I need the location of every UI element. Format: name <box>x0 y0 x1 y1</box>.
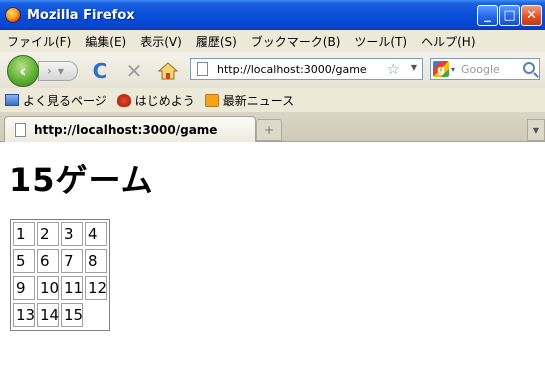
url-bar[interactable]: http://localhost:3000/game ☆ ▼ <box>190 58 423 80</box>
rss-icon <box>204 93 219 107</box>
menu-bar: ファイル(F) 編集(E) 表示(V) 履歴(S) ブックマーク(B) ツール(… <box>0 30 545 52</box>
history-dropdown-icon[interactable]: ▾ <box>58 64 64 78</box>
forward-button[interactable]: › ▾ <box>38 61 78 81</box>
tab-label: http://localhost:3000/game <box>34 122 218 137</box>
folder-icon <box>5 94 19 106</box>
google-engine-icon[interactable]: g <box>433 61 449 77</box>
puzzle-tile[interactable]: 15 <box>61 303 83 327</box>
puzzle-tile[interactable]: 3 <box>61 222 83 246</box>
puzzle-tile[interactable]: 14 <box>37 303 59 327</box>
bookmarks-toolbar: よく見るページ はじめよう 最新ニュース <box>0 88 545 112</box>
plus-icon: + <box>263 123 275 137</box>
window-title: Mozilla Firefox <box>27 7 135 23</box>
reload-icon: C <box>92 59 108 83</box>
search-placeholder[interactable]: Google <box>461 63 500 76</box>
menu-bookmarks[interactable]: ブックマーク(B) <box>244 33 348 50</box>
tab-list-button[interactable]: ▼ <box>527 119 545 141</box>
menu-view[interactable]: 表示(V) <box>133 33 189 50</box>
menu-help[interactable]: ヘルプ(H) <box>414 33 482 50</box>
bookmark-label: 最新ニュース <box>222 93 295 108</box>
puzzle-tile[interactable]: 7 <box>61 249 83 273</box>
bookmark-label: よく見るページ <box>23 93 107 108</box>
puzzle-board: 1 2 3 4 5 6 7 8 9 10 11 12 13 14 15 <box>10 219 110 331</box>
bookmark-most-visited[interactable]: よく見るページ <box>5 92 107 109</box>
menu-file[interactable]: ファイル(F) <box>0 33 78 50</box>
puzzle-tile[interactable]: 12 <box>85 276 107 300</box>
new-tab-button[interactable]: + <box>256 119 282 141</box>
page-icon <box>15 122 26 137</box>
puzzle-tile[interactable]: 9 <box>13 276 35 300</box>
page-icon <box>197 62 208 76</box>
window-title-bar[interactable]: Mozilla Firefox _ □ ✕ <box>0 0 545 30</box>
puzzle-tile[interactable]: 10 <box>37 276 59 300</box>
maximize-button[interactable]: □ <box>499 5 520 26</box>
minimize-button[interactable]: _ <box>477 5 498 26</box>
home-icon <box>158 62 178 80</box>
magnifier-icon[interactable] <box>523 62 535 74</box>
puzzle-tile[interactable]: 2 <box>37 222 59 246</box>
bookmark-label: はじめよう <box>134 93 195 108</box>
url-text[interactable]: http://localhost:3000/game <box>217 63 367 76</box>
stop-button[interactable]: ✕ <box>123 59 145 83</box>
chevron-down-icon: ▼ <box>532 125 540 135</box>
close-button[interactable]: ✕ <box>521 5 542 26</box>
puzzle-tile[interactable]: 6 <box>37 249 59 273</box>
puzzle-tile[interactable]: 13 <box>13 303 35 327</box>
bookmark-star-icon[interactable]: ☆ <box>387 60 400 78</box>
puzzle-tile[interactable]: 11 <box>61 276 83 300</box>
firefox-logo-icon <box>5 7 21 23</box>
forward-arrow-icon: › <box>47 64 52 78</box>
url-dropdown-icon[interactable]: ▼ <box>411 63 417 72</box>
search-box[interactable]: g ▾ Google <box>430 58 540 80</box>
puzzle-tile[interactable]: 4 <box>85 222 107 246</box>
puzzle-tile[interactable]: 1 <box>13 222 35 246</box>
menu-edit[interactable]: 編集(E) <box>78 33 133 50</box>
page-content: 15ゲーム 1 2 3 4 5 6 7 8 9 10 11 12 13 14 15 <box>0 143 545 390</box>
empty-tile <box>85 303 107 327</box>
bookmark-getting-started[interactable]: はじめよう <box>116 92 195 109</box>
home-button[interactable] <box>157 60 179 82</box>
tab-game[interactable]: http://localhost:3000/game <box>4 116 256 142</box>
puzzle-tile[interactable]: 5 <box>13 249 35 273</box>
menu-tools[interactable]: ツール(T) <box>347 33 414 50</box>
firefox-start-icon <box>116 93 131 107</box>
reload-button[interactable]: C <box>89 59 111 83</box>
puzzle-tile[interactable]: 8 <box>85 249 107 273</box>
back-arrow-icon: ‹ <box>19 60 27 82</box>
page-title: 15ゲーム <box>9 161 154 199</box>
bookmark-latest-news[interactable]: 最新ニュース <box>204 92 295 109</box>
back-button[interactable]: ‹ <box>7 55 39 87</box>
stop-icon: ✕ <box>125 59 143 83</box>
engine-dropdown-icon[interactable]: ▾ <box>451 65 455 74</box>
tab-strip: http://localhost:3000/game + ▼ <box>0 112 545 142</box>
menu-history[interactable]: 履歴(S) <box>189 33 244 50</box>
